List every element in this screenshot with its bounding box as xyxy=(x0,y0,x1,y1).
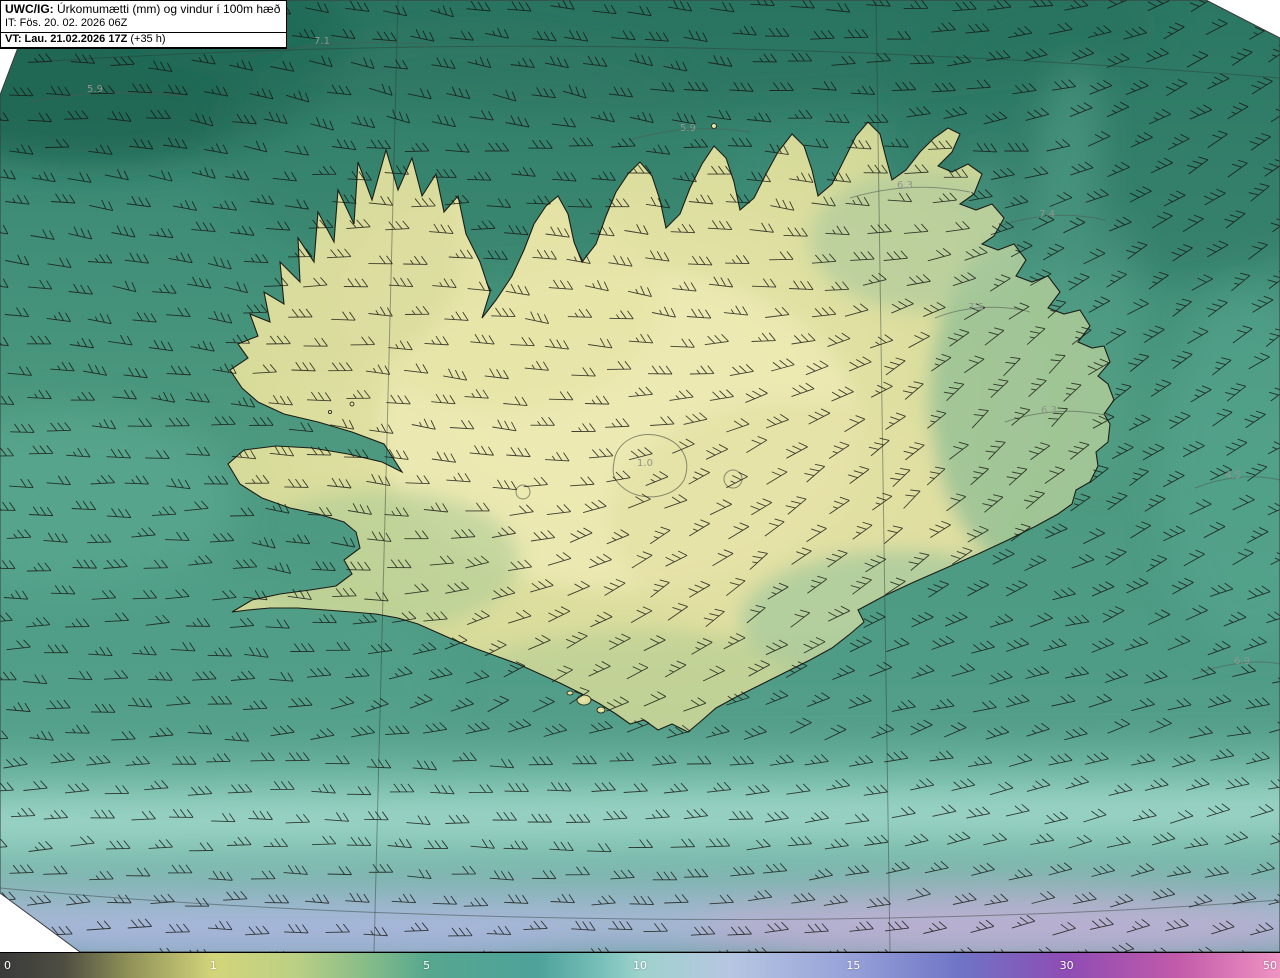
contour-label: 6.3 xyxy=(897,180,913,191)
contour-label: 7.5 xyxy=(968,302,984,313)
wind-barb xyxy=(3,918,28,930)
colorbar-tick-label: 30 xyxy=(1059,959,1074,972)
contour-label: 7.4 xyxy=(1039,209,1055,220)
contour-label: 1.0 xyxy=(637,458,653,469)
map-title-box: UWC/IG: Úrkomumætti (mm) og vindur í 100… xyxy=(0,0,288,49)
colorbar-tick-label: 0 xyxy=(4,959,11,972)
valid-time-label: VT: Lau. 21.02.2026 17Z (+35 h) xyxy=(0,31,288,48)
colorbar-tick-label: 10 xyxy=(633,959,647,972)
contour-label: 7.1 xyxy=(314,36,330,47)
colorbar: 0 1 5 10 15 30 50 xyxy=(0,952,1280,978)
valid-time-offset: (+35 h) xyxy=(127,32,166,45)
contour-label: 4.5 xyxy=(1225,470,1241,481)
contour-label: 6.9 xyxy=(1234,656,1250,667)
colorbar-tick-label: 5 xyxy=(423,959,431,972)
weather-map-page: 7.1 5.9 5.9 6.3 7.4 7.5 6.3 4.5 1.0 6.9 UWC/IG: Ú… xyxy=(0,0,1280,978)
colorbar-tick-label: 1 xyxy=(209,959,217,972)
contour-label: 5.9 xyxy=(680,123,696,134)
contour-label: 6.3 xyxy=(1041,405,1057,416)
wind-barb xyxy=(1225,0,1248,8)
product-id-label: UWC/IG: xyxy=(5,2,54,16)
wind-barb xyxy=(0,56,9,67)
valid-time-bold: VT: Lau. 21.02.2026 17Z xyxy=(5,32,128,45)
weather-map-canvas: 7.1 5.9 5.9 6.3 7.4 7.5 6.3 4.5 1.0 6.9 xyxy=(0,0,1280,952)
colorbar-tick-label: 15 xyxy=(846,959,861,972)
contour-label: 5.9 xyxy=(87,84,103,95)
field-description-label: Úrkomumætti (mm) og vindur í 100m hæð xyxy=(53,2,281,16)
colorbar-tick-label: 50 xyxy=(1263,959,1277,972)
wind-barb xyxy=(1263,0,1280,6)
init-time-label: IT: Fös. 20. 02. 2026 06Z xyxy=(5,17,128,29)
map-title: UWC/IG: Úrkomumætti (mm) og vindur í 100… xyxy=(5,2,280,17)
